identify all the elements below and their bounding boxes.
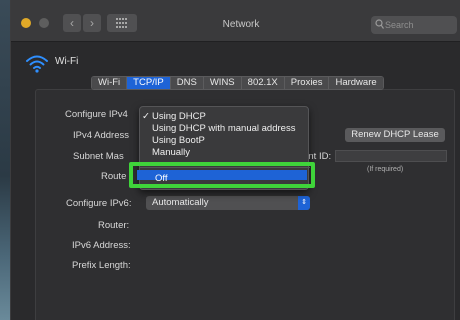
search-field[interactable]: Search <box>371 16 457 34</box>
subnet-mask-label: Subnet Mas <box>73 151 124 162</box>
prefix-length-label: Prefix Length: <box>72 260 131 271</box>
chevron-right-icon: › <box>90 16 94 30</box>
tab-bar: Wi-Fi TCP/IP DNS WINS 802.1X Proxies Har… <box>91 76 384 90</box>
minimize-button[interactable] <box>21 18 31 28</box>
tab-dns[interactable]: DNS <box>170 77 204 89</box>
section-title: Wi-Fi <box>55 56 79 67</box>
ipv6-router-label: Router: <box>98 220 130 231</box>
chevron-left-icon: ‹ <box>70 16 74 30</box>
tab-wins[interactable]: WINS <box>203 77 242 89</box>
show-all-button[interactable] <box>107 14 137 32</box>
title-bar: ‹ › Network Search <box>11 0 460 42</box>
tab-proxies[interactable]: Proxies <box>284 77 330 89</box>
router-label: Route <box>101 171 127 182</box>
renew-dhcp-lease-button[interactable]: Renew DHCP Lease <box>345 128 445 142</box>
forward-button[interactable]: › <box>83 14 101 32</box>
configure-ipv6-label: Configure IPv6: <box>66 198 132 209</box>
search-placeholder: Search <box>385 20 414 30</box>
tab-8021x[interactable]: 802.1X <box>241 77 285 89</box>
ipv4-address-label: IPv4 Address <box>73 130 129 141</box>
menu-item-bootp[interactable]: Using BootP <box>152 135 205 146</box>
client-id-hint: (If required) <box>367 166 404 173</box>
wifi-icon <box>26 55 48 73</box>
configure-ipv6-value: Automatically <box>152 197 209 208</box>
menu-item-dhcp-manual[interactable]: Using DHCP with manual address <box>152 123 295 134</box>
network-window: ‹ › Network Search Wi-Fi Wi-Fi TCP/IP DN… <box>10 0 460 320</box>
checkmark-icon: ✓ <box>142 111 150 122</box>
tab-tcpip[interactable]: TCP/IP <box>127 77 171 89</box>
grid-icon <box>116 18 127 28</box>
zoom-button[interactable] <box>39 18 49 28</box>
updown-arrows-icon: ⇕ <box>298 196 310 210</box>
back-button[interactable]: ‹ <box>63 14 81 32</box>
menu-item-manually[interactable]: Manually <box>152 147 190 158</box>
menu-item-off[interactable]: Off <box>137 170 307 184</box>
configure-ipv6-select[interactable]: Automatically ⇕ <box>146 196 310 210</box>
search-icon <box>375 19 384 29</box>
tab-wifi[interactable]: Wi-Fi <box>92 77 128 89</box>
menu-item-off-label: Off <box>155 173 168 184</box>
highlight-box: Off <box>129 162 315 188</box>
tab-hardware[interactable]: Hardware <box>329 77 383 89</box>
menu-item-using-dhcp[interactable]: ✓ Using DHCP <box>142 111 206 122</box>
menu-item-label: Using DHCP <box>152 111 206 122</box>
window-title: Network <box>222 19 260 30</box>
configure-ipv4-label: Configure IPv4 <box>65 109 128 120</box>
ipv6-address-label: IPv6 Address: <box>72 240 131 251</box>
client-id-field[interactable] <box>335 150 447 162</box>
